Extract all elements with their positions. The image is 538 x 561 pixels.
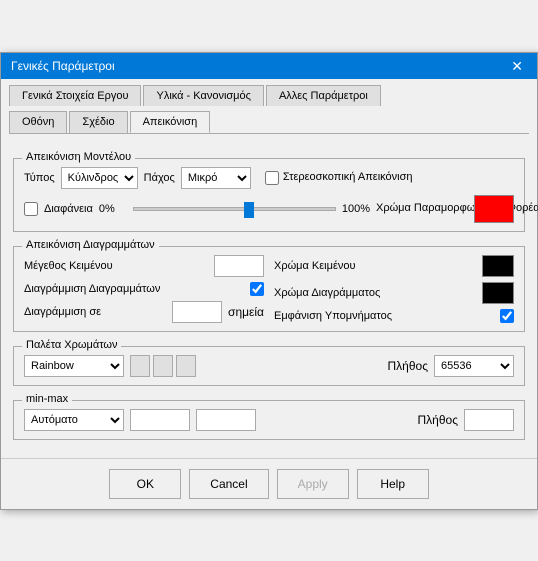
diagrams-inner: Μέγεθος Κειμένου 10 Διαγράμμιση Διαγραμμ… <box>24 255 514 323</box>
text-size-input[interactable]: 10 <box>214 255 264 277</box>
diagrams-right: Χρώμα Κειμένου Χρώμα Διαγράμματος Εμφάνι… <box>274 255 514 323</box>
stereo-checkbox[interactable] <box>265 171 279 185</box>
palette-row: Rainbow Πλήθος 65536 <box>24 355 514 377</box>
title-bar: Γενικές Παράμετροι ✕ <box>1 53 537 79</box>
minmax-section-title: min-max <box>22 393 72 405</box>
help-button[interactable]: Help <box>357 469 429 499</box>
draw-diagrams-label: Διαγράμμιση Διαγραμμάτων <box>24 283 244 295</box>
cancel-button[interactable]: Cancel <box>189 469 268 499</box>
text-color-box[interactable] <box>482 255 514 277</box>
draw-diagrams-checkbox[interactable] <box>250 282 264 296</box>
thickness-label: Πάχος <box>144 172 175 184</box>
text-color-row: Χρώμα Κειμένου <box>274 255 514 277</box>
minmax-val1[interactable]: 0 <box>130 409 190 431</box>
diagrams-left: Μέγεθος Κειμένου 10 Διαγράμμιση Διαγραμμ… <box>24 255 264 323</box>
minmax-row: Αυτόματο 0 0 Πλήθος 10 <box>24 409 514 431</box>
main-content: Απεικόνιση Μοντέλου Τύπος Κύλινδρος Πάχο… <box>1 134 537 458</box>
tabs-row1: Γενικά Στοιχεία Εργου Υλικά - Κανονισμός… <box>1 79 537 106</box>
minmax-section: min-max Αυτόματο 0 0 Πλήθος 10 <box>13 400 525 440</box>
palette-count-select[interactable]: 65536 <box>434 355 514 377</box>
legend-row: Εμφάνιση Υπομνήματος <box>274 309 514 323</box>
transparency-checkbox[interactable] <box>24 202 38 216</box>
palette-color-1[interactable] <box>130 355 150 377</box>
draw-at-input[interactable]: 50 <box>172 301 222 323</box>
minmax-count-label: Πλήθος <box>418 413 458 427</box>
tab-screen[interactable]: Οθόνη <box>9 111 67 133</box>
legend-label: Εμφάνιση Υπομνήματος <box>274 310 494 322</box>
deformed-color-box[interactable] <box>474 195 514 223</box>
palette-count-label: Πλήθος <box>388 359 428 373</box>
draw-at-label: Διαγράμμιση σε <box>24 306 166 318</box>
pct-100-label: 100% <box>342 203 370 215</box>
diagrams-section: Απεικόνιση Διαγραμμάτων Μέγεθος Κειμένου… <box>13 246 525 332</box>
transparency-row: Διαφάνεια 0% 100% Χρώμα Παραμορφωμένου Φ… <box>24 195 514 223</box>
text-color-label: Χρώμα Κειμένου <box>274 260 476 272</box>
tabs-row2: Οθόνη Σχέδιο Απεικόνιση <box>1 105 537 133</box>
footer: OK Cancel Apply Help <box>1 458 537 509</box>
main-window: Γενικές Παράμετροι ✕ Γενικά Στοιχεία Εργ… <box>0 52 538 510</box>
legend-checkbox[interactable] <box>500 309 514 323</box>
tab-display[interactable]: Απεικόνιση <box>130 111 211 133</box>
thickness-select[interactable]: Μικρό <box>181 167 251 189</box>
diagram-color-box[interactable] <box>482 282 514 304</box>
auto-select[interactable]: Αυτόματο <box>24 409 124 431</box>
transparency-slider[interactable] <box>133 207 336 211</box>
text-size-row: Μέγεθος Κειμένου 10 <box>24 255 264 277</box>
minmax-count-input[interactable]: 10 <box>464 409 514 431</box>
model-section-title: Απεικόνιση Μοντέλου <box>22 151 135 163</box>
palette-section: Παλέτα Χρωμάτων Rainbow Πλήθος 65536 <box>13 346 525 386</box>
draw-at-row: Διαγράμμιση σε 50 σημεία <box>24 301 264 323</box>
tab-general[interactable]: Γενικά Στοιχεία Εργου <box>9 85 141 106</box>
draw-at-unit: σημεία <box>228 305 264 319</box>
pct-0-label: 0% <box>99 203 127 215</box>
deformed-color-label: Χρώμα Παραμορφωμένου Φορέα <box>376 202 466 215</box>
apply-button[interactable]: Apply <box>277 469 349 499</box>
minmax-val2[interactable]: 0 <box>196 409 256 431</box>
model-section: Απεικόνιση Μοντέλου Τύπος Κύλινδρος Πάχο… <box>13 158 525 232</box>
palette-color-2[interactable] <box>153 355 173 377</box>
text-size-label: Μέγεθος Κειμένου <box>24 260 208 272</box>
palette-section-title: Παλέτα Χρωμάτων <box>22 339 121 351</box>
ok-button[interactable]: OK <box>109 469 181 499</box>
stereo-label: Στερεοσκοπική Απεικόνιση <box>283 171 373 184</box>
close-button[interactable]: ✕ <box>507 59 527 73</box>
model-type-row: Τύπος Κύλινδρος Πάχος Μικρό Στερεοσκοπικ… <box>24 167 514 189</box>
palette-color-3[interactable] <box>176 355 196 377</box>
palette-colors <box>130 355 196 377</box>
tab-design[interactable]: Σχέδιο <box>69 111 127 133</box>
transparency-label: Διαφάνεια <box>44 203 93 215</box>
tab-other[interactable]: Αλλες Παράμετροι <box>266 85 381 106</box>
window-title: Γενικές Παράμετροι <box>11 59 115 73</box>
tab-materials[interactable]: Υλικά - Κανονισμός <box>143 85 263 106</box>
type-select[interactable]: Κύλινδρος <box>61 167 138 189</box>
diagram-color-label: Χρώμα Διαγράμματος <box>274 287 476 299</box>
diagram-color-row: Χρώμα Διαγράμματος <box>274 282 514 304</box>
type-label: Τύπος <box>24 172 55 184</box>
diagrams-section-title: Απεικόνιση Διαγραμμάτων <box>22 239 159 251</box>
palette-select[interactable]: Rainbow <box>24 355 124 377</box>
draw-diagrams-row: Διαγράμμιση Διαγραμμάτων <box>24 282 264 296</box>
